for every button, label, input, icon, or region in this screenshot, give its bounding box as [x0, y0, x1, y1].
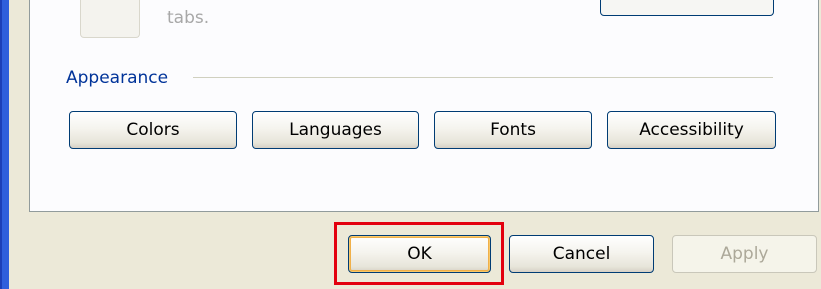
appearance-group-divider	[193, 77, 773, 78]
fonts-button[interactable]: Fonts	[434, 111, 592, 149]
tab-page-general	[29, 0, 819, 212]
tabs-settings-button-partial[interactable]	[600, 0, 774, 16]
colors-button[interactable]: Colors	[69, 111, 237, 149]
window-left-border	[0, 0, 9, 289]
apply-button[interactable]: Apply	[672, 235, 817, 273]
preview-icon-box	[80, 0, 140, 38]
accessibility-button[interactable]: Accessibility	[607, 111, 776, 149]
cancel-button[interactable]: Cancel	[509, 235, 654, 273]
languages-button[interactable]: Languages	[252, 111, 419, 149]
tabs-description-text: tabs.	[167, 8, 210, 28]
appearance-group-label: Appearance	[66, 68, 175, 88]
ok-button[interactable]: OK	[348, 235, 491, 273]
